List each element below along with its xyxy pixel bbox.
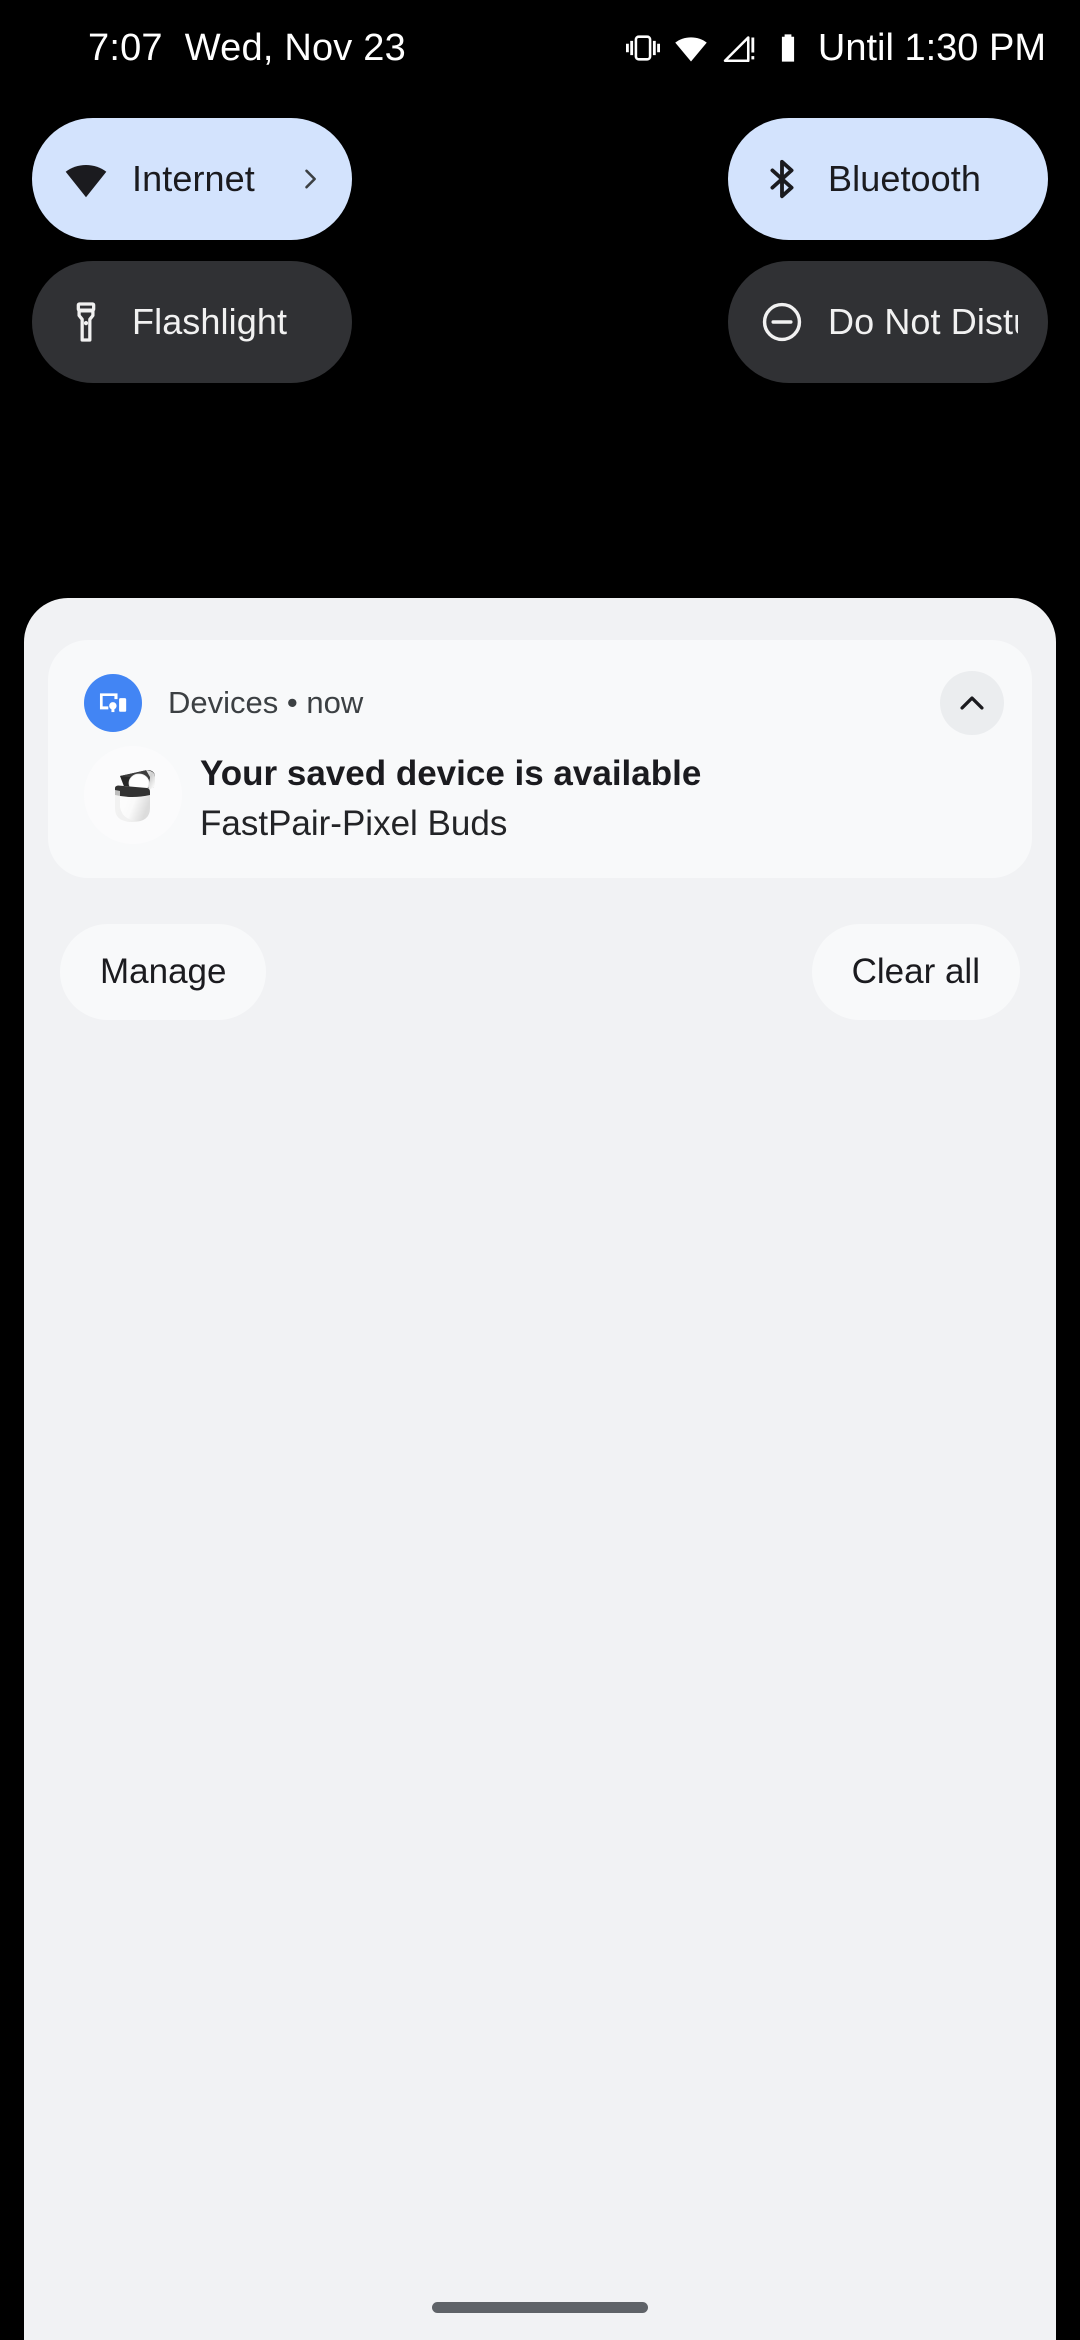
dnd-until-label: Until 1:30 PM [817,26,1046,69]
wifi-icon [62,155,110,203]
status-bar-right: Until 1:30 PM [625,26,1046,70]
status-bar-left: 7:07 Wed, Nov 23 [88,27,406,70]
notification-app-line: Devices • now [168,685,364,720]
qs-tile-do-not-disturb[interactable]: Do Not Disturb [728,261,1048,383]
wifi-icon [673,30,709,66]
notification-header: Devices • now [84,670,1004,736]
gesture-nav-handle[interactable] [432,2302,648,2313]
status-time: 7:07 [88,26,163,69]
vibrate-icon [625,31,660,65]
manage-button[interactable]: Manage [60,924,267,1020]
notification-text-block: Your saved device is available FastPair-… [200,746,701,850]
notification-body: Your saved device is available FastPair-… [84,746,996,850]
do-not-disturb-icon [758,298,806,346]
qs-tile-label-internet: Internet [132,158,255,199]
qs-tile-flashlight[interactable]: Flashlight [32,261,352,383]
status-bar: 7:07 Wed, Nov 23 Until 1:30 PM [0,0,1080,96]
cellular-no-service-icon [722,30,758,66]
flashlight-icon [62,298,110,346]
notification-card[interactable]: Devices • now Your saved device is avail… [48,640,1032,878]
status-date: Wed, Nov 23 [184,26,406,69]
devices-cast-icon [84,674,142,732]
notification-collapse-button[interactable] [940,671,1004,735]
qs-tile-label-bluetooth: Bluetooth [828,158,982,199]
qs-tile-label-flashlight: Flashlight [132,301,288,342]
notification-title: Your saved device is available [200,754,702,793]
quick-settings-tiles: Internet Bluetooth Flashlight Do Not Dis… [32,118,1048,383]
notification-shade: Devices • now Your saved device is avail… [24,598,1056,2340]
phone-screen: 7:07 Wed, Nov 23 Until 1:30 PM Internet … [0,0,1080,2340]
qs-tile-label-do-not-disturb: Do Not Disturb [828,301,1018,342]
qs-tile-bluetooth[interactable]: Bluetooth [728,118,1048,240]
clear-all-button[interactable]: Clear all [811,924,1020,1020]
notification-subtitle: FastPair-Pixel Buds [200,804,508,843]
qs-tile-internet[interactable]: Internet [32,118,352,240]
battery-icon [771,31,805,65]
pixel-buds-case-image [84,746,182,844]
chevron-right-icon[interactable] [296,165,324,193]
bluetooth-icon [758,155,806,203]
